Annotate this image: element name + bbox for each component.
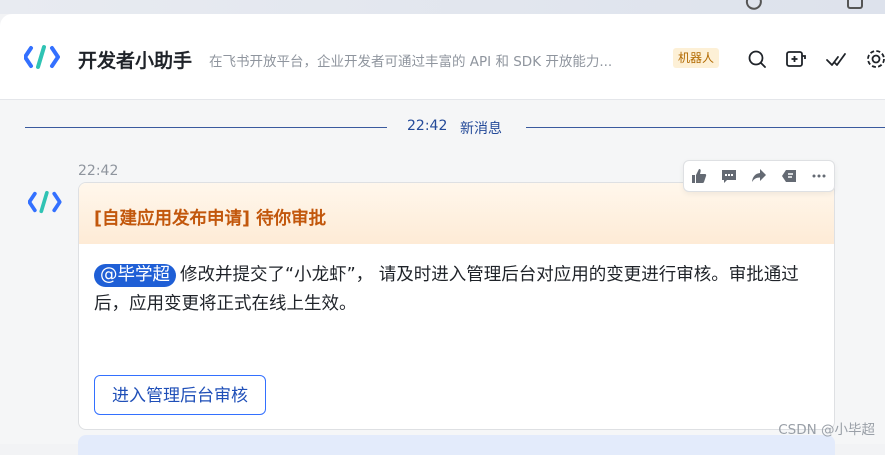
message-time: 22:42 <box>78 163 119 179</box>
new-message-label: 新消息 <box>460 121 502 137</box>
card-title: [自建应用发布申请] 待你审批 <box>94 209 327 229</box>
chat-body: 22:42 新消息 22:42 [自建应用发布申请] 待你审批 @毕学超 修改并提… <box>0 100 885 455</box>
chat-header: 开发者小助手 在飞书开放平台，企业开发者可通过丰富的 API 和 SDK 开放能… <box>0 14 885 100</box>
divider-line-left <box>25 127 387 128</box>
share-icon[interactable] <box>746 163 772 189</box>
watermark: CSDN @小毕超 <box>778 422 875 438</box>
search-icon[interactable] <box>746 48 768 70</box>
more-icon[interactable] <box>806 163 832 189</box>
new-message-time: 22:42 <box>407 118 448 134</box>
next-message-preview <box>78 435 835 455</box>
bot-name[interactable]: 开发者小助手 <box>78 46 192 73</box>
add-window-icon[interactable] <box>785 48 807 70</box>
mention-chip[interactable]: @毕学超 <box>94 264 176 287</box>
thumbs-up-icon[interactable] <box>686 163 712 189</box>
card-body: @毕学超 修改并提交了“小龙虾”， 请及时进入管理后台对应用的变更进行审核。审批通… <box>94 261 814 319</box>
bot-avatar-icon[interactable] <box>27 190 62 214</box>
reply-icon[interactable] <box>776 163 802 189</box>
window-top-strip <box>0 0 885 14</box>
card-body-text: 修改并提交了“小龙虾”， 请及时进入管理后台对应用的变更进行审核。审批通过后，应… <box>94 265 799 314</box>
card-header: [自建应用发布申请] 待你审批 <box>79 183 834 244</box>
checkmark-icon[interactable] <box>825 48 847 70</box>
bot-badge: 机器人 <box>673 48 720 68</box>
divider-line-right <box>526 127 885 128</box>
approval-card: [自建应用发布申请] 待你审批 @毕学超 修改并提交了“小龙虾”， 请及时进入管理… <box>78 182 835 430</box>
window-icon[interactable] <box>846 0 864 14</box>
bot-description: 在飞书开放平台，企业开发者可通过丰富的 API 和 SDK 开放能力... <box>209 54 613 70</box>
review-button[interactable]: 进入管理后台审核 <box>94 375 266 415</box>
message-toolbar <box>683 160 835 192</box>
bot-logo-icon <box>23 44 60 70</box>
comment-icon[interactable] <box>716 163 742 189</box>
gear-icon[interactable] <box>865 48 885 70</box>
